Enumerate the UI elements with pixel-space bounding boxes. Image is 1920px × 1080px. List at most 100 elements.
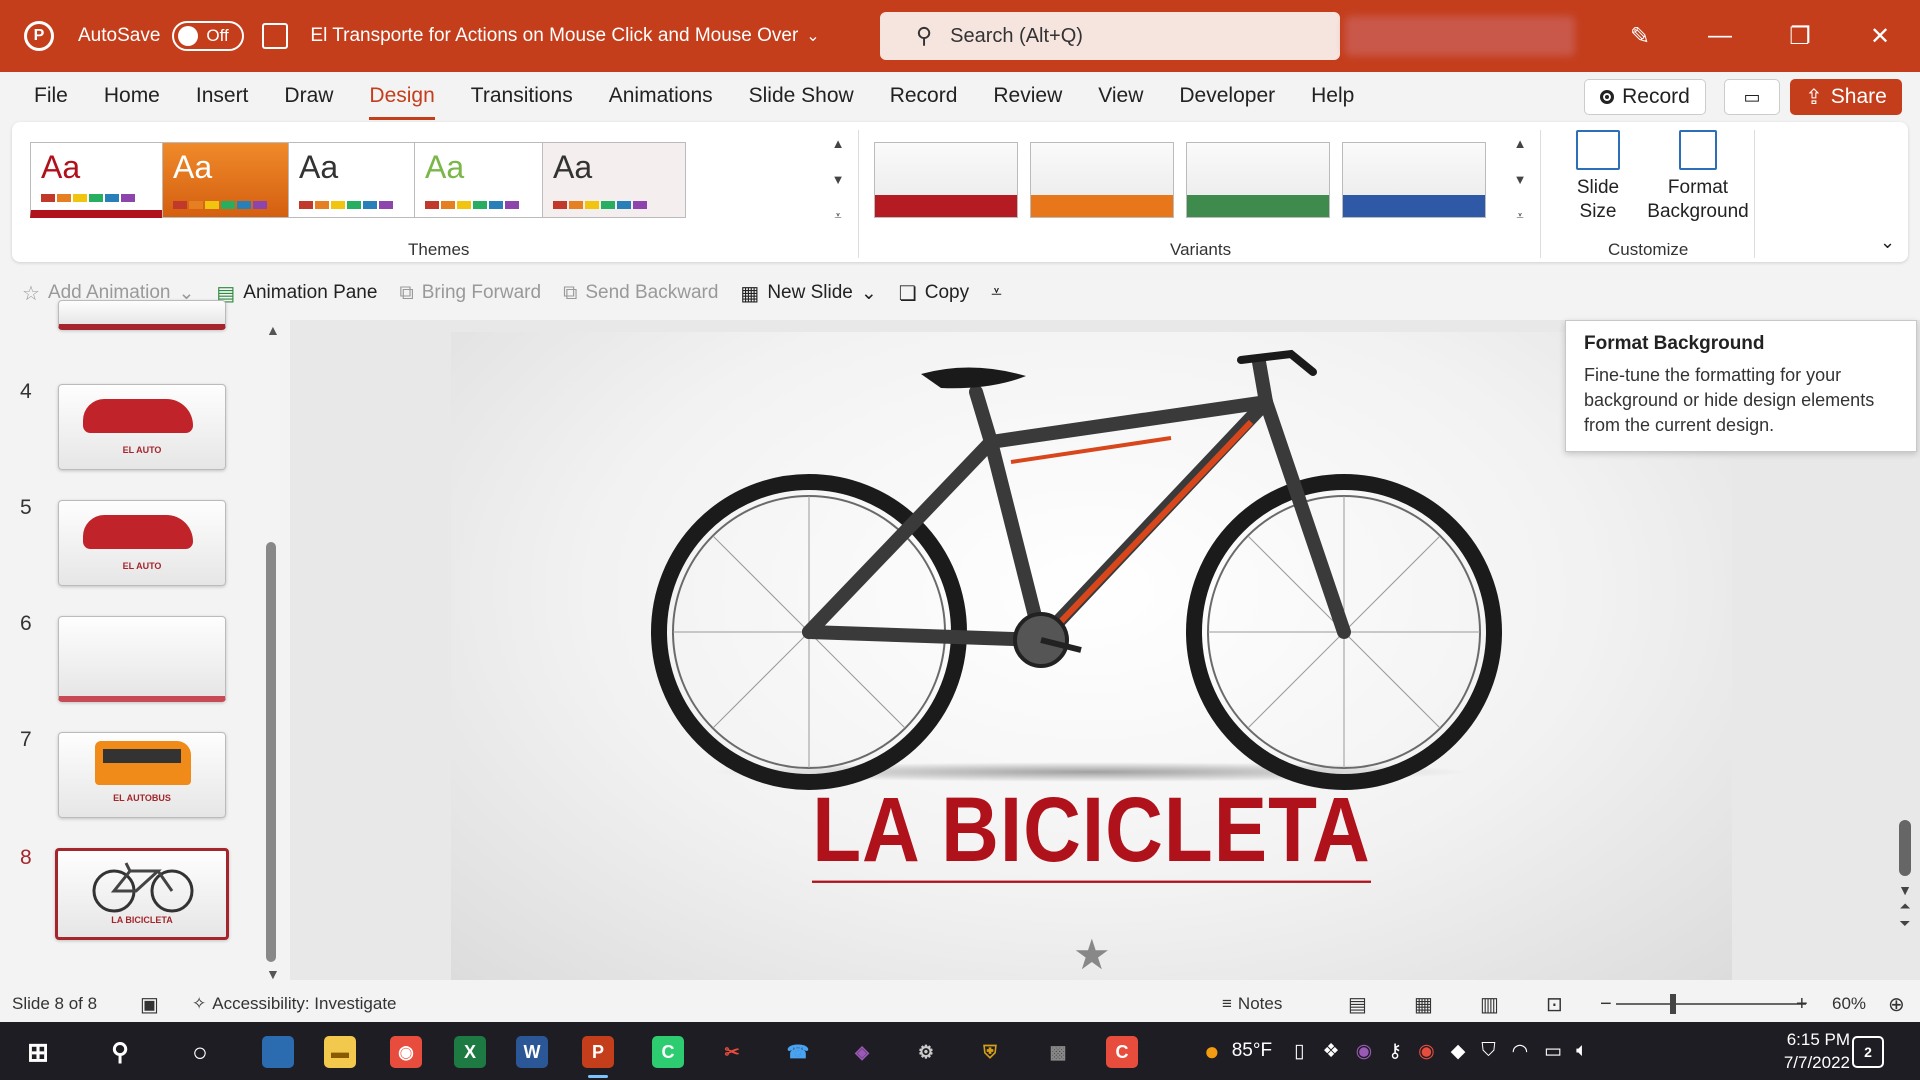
menu-developer[interactable]: Developer — [1179, 84, 1275, 110]
themes-scroll[interactable]: ▲ ▼ ⩡ — [828, 136, 848, 224]
snipping-tool-icon[interactable]: ✂ — [716, 1036, 748, 1068]
menu-draw[interactable]: Draw — [284, 84, 333, 110]
windows-start-icon[interactable]: ⊞ — [22, 1036, 54, 1068]
slide-show-icon[interactable]: ⊡ — [1546, 992, 1563, 1017]
visual-studio-icon[interactable]: ◈ — [846, 1036, 878, 1068]
record-button[interactable]: Record — [1584, 79, 1706, 115]
close-icon[interactable]: ✕ — [1840, 22, 1920, 51]
next-slide-icon[interactable]: ⏷ — [1896, 915, 1914, 932]
restore-icon[interactable]: ❐ — [1760, 22, 1840, 51]
menu-file[interactable]: File — [34, 84, 68, 110]
zoom-out-icon[interactable]: − — [1600, 993, 1612, 1016]
zoom-slider[interactable] — [1616, 1003, 1806, 1005]
variant-option-4[interactable] — [1342, 142, 1486, 218]
animation-pane-button[interactable]: ▤ Animation Pane — [216, 281, 377, 306]
chevron-down-icon[interactable]: ⌄ — [861, 282, 877, 305]
slide-thumbnail-6[interactable] — [58, 616, 226, 702]
more-icon[interactable]: ⩡ — [834, 208, 841, 224]
menu-home[interactable]: Home — [104, 84, 160, 110]
search-icon[interactable]: ⚲ — [104, 1036, 136, 1068]
fit-to-window-icon[interactable]: ⊕ — [1888, 992, 1905, 1017]
send-backward-button[interactable]: ⧉ Send Backward — [563, 282, 718, 305]
checkered-app-icon[interactable]: ▩ — [1042, 1036, 1074, 1068]
steam-icon[interactable]: ⚙ — [910, 1036, 942, 1068]
weather-icon[interactable]: ● — [1204, 1036, 1220, 1067]
theme-option-4[interactable]: Aa — [414, 142, 558, 218]
format-background-button[interactable]: Format Background — [1638, 130, 1758, 224]
pen-icon[interactable]: ✎ — [1600, 22, 1680, 51]
thumbnail-scrollbar[interactable]: ▲ ▼ — [266, 322, 280, 982]
menu-transitions[interactable]: Transitions — [471, 84, 573, 110]
slide-thumbnail-4[interactable]: EL AUTO — [58, 384, 226, 470]
customize-toolbar-button[interactable]: ⩡ — [991, 282, 1002, 304]
desktop-app-icon[interactable] — [262, 1036, 294, 1068]
volume-icon[interactable]: 🔈︎ — [1576, 1040, 1587, 1062]
slide-size-button[interactable]: Slide Size — [1560, 130, 1636, 224]
menu-view[interactable]: View — [1098, 84, 1143, 110]
weather-temperature[interactable]: 85°F — [1232, 1040, 1272, 1062]
phone-link-icon[interactable]: ☎ — [782, 1036, 814, 1068]
search-box[interactable]: ⚲ Search (Alt+Q) — [880, 12, 1340, 60]
comments-button[interactable]: ▭ — [1724, 79, 1780, 115]
theme-option-1[interactable]: Aa — [30, 142, 174, 218]
share-button[interactable]: ⇪ Share — [1790, 79, 1902, 115]
copy-button[interactable]: ❏ Copy — [899, 281, 969, 306]
current-slide[interactable]: LA BICICLETA ★ — [451, 332, 1732, 980]
zoom-in-icon[interactable]: + — [1796, 993, 1808, 1016]
chrome-icon[interactable]: ◉ — [390, 1036, 422, 1068]
scrollbar-thumb[interactable] — [1899, 820, 1911, 876]
variant-option-3[interactable] — [1186, 142, 1330, 218]
new-slide-button[interactable]: ▦ New Slide ⌄ — [740, 281, 876, 306]
slide-thumbnail-3[interactable] — [58, 300, 226, 330]
scroll-down-icon[interactable]: ▼ — [266, 966, 280, 982]
slide-thumbnail-7[interactable]: EL AUTOBUS — [58, 732, 226, 818]
scrollbar-thumb[interactable] — [266, 542, 276, 962]
normal-view-icon[interactable]: ▤ — [1348, 992, 1367, 1017]
editor-scrollbar[interactable]: ▼ ⏶ ⏷ — [1896, 820, 1914, 960]
word-icon[interactable]: W — [516, 1036, 548, 1068]
camtasia-recorder-icon[interactable]: C — [1106, 1036, 1138, 1068]
clipboard-icon[interactable]: ▯ — [1294, 1040, 1304, 1063]
accessibility-button[interactable]: ✧ Accessibility: Investigate — [192, 994, 397, 1014]
variant-option-2[interactable] — [1030, 142, 1174, 218]
slide-thumbnail-8[interactable]: LA BICICLETA — [55, 848, 229, 940]
game-icon[interactable]: ⛨ — [974, 1036, 1006, 1068]
menu-record[interactable]: Record — [890, 84, 958, 110]
chevron-down-icon[interactable]: ⌄ — [806, 26, 819, 46]
obs-icon[interactable]: ◉ — [1356, 1040, 1373, 1063]
minimize-icon[interactable]: — — [1680, 22, 1760, 50]
zoom-level[interactable]: 60% — [1832, 994, 1866, 1014]
zoom-slider-thumb[interactable] — [1670, 994, 1676, 1014]
theme-option-5[interactable]: Aa — [542, 142, 686, 218]
scroll-up-icon[interactable]: ▲ — [266, 322, 280, 338]
scroll-down-icon[interactable]: ▼ — [1896, 882, 1914, 898]
reading-view-icon[interactable]: ▥ — [1480, 992, 1499, 1017]
notes-button[interactable]: ≡ Notes — [1222, 994, 1282, 1014]
more-icon[interactable]: ⩡ — [1516, 208, 1523, 224]
menu-design[interactable]: Design — [369, 84, 436, 120]
notifications-icon[interactable]: 2 — [1852, 1036, 1884, 1068]
account-area[interactable] — [1345, 16, 1575, 56]
spellcheck-icon[interactable]: ▣ — [140, 992, 159, 1017]
slide-counter[interactable]: Slide 8 of 8 — [12, 994, 97, 1014]
slide-thumbnail-5[interactable]: EL AUTO — [58, 500, 226, 586]
clock[interactable]: 6:15 PM 7/7/2022 — [1784, 1028, 1850, 1074]
slide-title[interactable]: LA BICICLETA — [451, 777, 1732, 883]
network-diamond-icon[interactable]: ◆ — [1451, 1040, 1466, 1063]
scroll-down-icon[interactable]: ▼ — [1514, 172, 1527, 187]
cortana-icon[interactable]: ○ — [184, 1036, 216, 1068]
scroll-down-icon[interactable]: ▼ — [832, 172, 845, 187]
theme-option-3[interactable]: Aa — [288, 142, 432, 218]
powerpoint-icon[interactable]: P — [582, 1036, 614, 1078]
save-icon[interactable] — [262, 23, 289, 49]
animation-star-icon[interactable]: ★ — [1073, 930, 1111, 979]
document-title[interactable]: El Transporte for Actions on Mouse Click… — [310, 25, 798, 47]
menu-help[interactable]: Help — [1311, 84, 1354, 110]
battery-icon[interactable]: ▭ — [1544, 1040, 1562, 1063]
scroll-up-icon[interactable]: ▲ — [1514, 136, 1527, 151]
theme-option-2[interactable]: Aa — [162, 142, 306, 218]
collapse-ribbon-icon[interactable]: ⌄ — [1880, 232, 1895, 253]
variant-option-1[interactable] — [874, 142, 1018, 218]
camtasia-icon[interactable]: C — [652, 1036, 684, 1068]
autosave-toggle[interactable]: Off — [172, 21, 245, 51]
